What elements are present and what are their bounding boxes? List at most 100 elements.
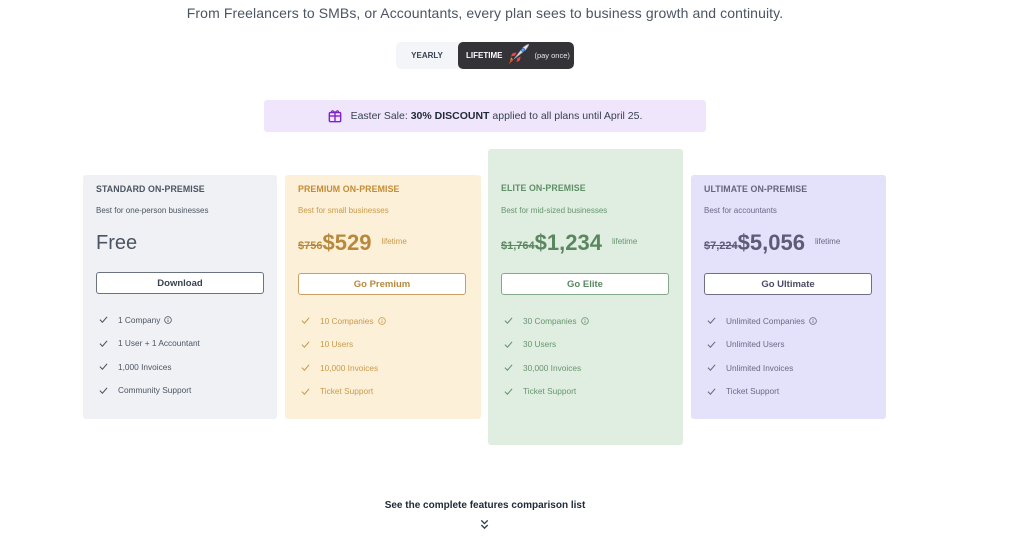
- plan-price-value: $5,056: [737, 230, 805, 255]
- info-icon[interactable]: [164, 315, 173, 324]
- feature-list: 30 Companies 30 Users 30,000 Invoices Ti…: [504, 309, 589, 403]
- list-item: Unlimited Invoices: [707, 356, 817, 380]
- check-icon: [504, 364, 513, 372]
- feature-label: 1 Company: [118, 314, 161, 325]
- gift-icon: [328, 110, 341, 123]
- check-icon: [99, 316, 108, 324]
- list-item: Community Support: [99, 379, 200, 403]
- plan-price-value: Free: [96, 232, 138, 254]
- feature-label: Community Support: [118, 385, 192, 396]
- plan-description: Best for small businesses: [298, 206, 389, 215]
- plan-price: $1,764 $1,234 lifetime: [501, 231, 637, 255]
- plan-card-elite: ELITE ON-PREMISE Best for mid-sized busi…: [488, 149, 683, 445]
- plan-price-value: $1,234: [534, 230, 602, 255]
- list-item: 30 Users: [504, 333, 589, 357]
- feature-list: 10 Companies 10 Users 10,000 Invoices Ti…: [301, 309, 386, 403]
- check-icon: [301, 364, 310, 372]
- feature-list: Unlimited Companies Unlimited Users Unli…: [707, 309, 817, 403]
- go-elite-button[interactable]: Go Elite: [501, 273, 669, 295]
- feature-label: Unlimited Companies: [726, 315, 805, 326]
- list-item: Unlimited Users: [707, 333, 817, 357]
- feature-label: 1,000 Invoices: [118, 361, 172, 372]
- banner-text-suffix: applied to all plans until April 25.: [489, 110, 643, 122]
- list-item: 30 Companies: [504, 309, 589, 333]
- list-item: 10,000 Invoices: [301, 356, 386, 380]
- plan-card-ultimate: ULTIMATE ON-PREMISE Best for accountants…: [691, 175, 886, 419]
- check-icon: [707, 388, 716, 395]
- check-icon: [99, 387, 108, 394]
- feature-label: 1 User + 1 Accountant: [118, 338, 200, 349]
- feature-label: Ticket Support: [523, 386, 577, 397]
- check-icon: [99, 340, 108, 347]
- sale-banner: Easter Sale: 30% DISCOUNT applied to all…: [264, 100, 706, 132]
- plan-price: Free: [96, 231, 137, 255]
- plan-price-value: $529: [322, 230, 372, 255]
- feature-label: 30 Users: [523, 339, 557, 350]
- toggle-yearly[interactable]: YEARLY: [396, 42, 458, 69]
- info-icon[interactable]: [809, 316, 817, 325]
- check-icon: [301, 341, 310, 348]
- plan-card-premium: PREMIUM ON-PREMISE Best for small busine…: [285, 175, 481, 419]
- toggle-pay-once-note: (pay once): [534, 51, 570, 60]
- feature-list: 1 Company 1 User + 1 Accountant 1,000 In…: [99, 308, 200, 402]
- plan-description: Best for one-person businesses: [96, 206, 209, 215]
- check-icon: [301, 388, 310, 395]
- check-icon: [504, 317, 513, 325]
- plan-price: $7,224 $5,056 lifetime: [704, 231, 840, 255]
- plan-price-suffix: lifetime: [814, 237, 841, 246]
- go-ultimate-button[interactable]: Go Ultimate: [704, 273, 872, 295]
- feature-label: Ticket Support: [726, 386, 780, 397]
- plan-old-price: $756: [298, 240, 323, 252]
- page-subtitle: From Freelancers to SMBs, or Accountants…: [186, 5, 784, 21]
- info-icon[interactable]: [377, 316, 386, 325]
- download-button[interactable]: Download: [96, 272, 264, 294]
- plan-price: $756 $529 lifetime: [298, 231, 407, 255]
- plan-old-price: $1,764: [501, 240, 535, 252]
- plan-price-suffix: lifetime: [611, 237, 638, 246]
- toggle-lifetime[interactable]: LIFETIME (pay once): [458, 42, 574, 69]
- rocket-icon: [508, 43, 530, 65]
- plan-name: ELITE ON-PREMISE: [501, 183, 586, 193]
- check-icon: [504, 341, 513, 348]
- feature-label: Ticket Support: [320, 386, 374, 397]
- plan-old-price: $7,224: [704, 240, 738, 252]
- feature-label: 10 Companies: [320, 315, 374, 326]
- list-item: 10 Companies: [301, 309, 386, 333]
- feature-label: 10 Users: [320, 339, 354, 350]
- plan-name: PREMIUM ON-PREMISE: [298, 184, 400, 194]
- check-icon: [99, 363, 108, 371]
- plan-description: Best for accountants: [704, 206, 777, 215]
- check-icon: [707, 341, 716, 348]
- info-icon[interactable]: [580, 316, 589, 325]
- toggle-lifetime-label: LIFETIME: [466, 51, 503, 60]
- check-icon: [707, 317, 716, 325]
- feature-label: 30,000 Invoices: [523, 362, 582, 373]
- list-item: Unlimited Companies: [707, 309, 817, 333]
- banner-text-prefix: Easter Sale:: [350, 110, 411, 122]
- list-item: 1,000 Invoices: [99, 355, 200, 379]
- check-icon: [504, 388, 513, 395]
- list-item: 1 Company: [99, 308, 200, 332]
- comparison-list-link[interactable]: See the complete features comparison lis…: [0, 500, 970, 511]
- check-icon: [301, 317, 310, 325]
- plan-card-standard: STANDARD ON-PREMISE Best for one-person …: [83, 175, 277, 419]
- plan-price-suffix: lifetime: [381, 237, 407, 246]
- feature-label: Unlimited Users: [726, 339, 785, 350]
- go-premium-button[interactable]: Go Premium: [298, 273, 466, 295]
- double-chevron-down-icon[interactable]: [479, 519, 490, 530]
- check-icon: [707, 364, 716, 372]
- list-item: Ticket Support: [301, 380, 386, 404]
- plan-name: STANDARD ON-PREMISE: [96, 184, 205, 194]
- feature-label: 10,000 Invoices: [320, 362, 379, 373]
- list-item: Ticket Support: [707, 380, 817, 404]
- list-item: 10 Users: [301, 333, 386, 357]
- banner-discount: 30% DISCOUNT: [410, 110, 490, 122]
- billing-period-toggle: YEARLY LIFETIME (pay once): [396, 42, 574, 69]
- plan-name: ULTIMATE ON-PREMISE: [704, 184, 808, 194]
- feature-label: 30 Companies: [523, 315, 577, 326]
- feature-label: Unlimited Invoices: [726, 362, 794, 373]
- list-item: 30,000 Invoices: [504, 356, 589, 380]
- plan-description: Best for mid-sized businesses: [501, 206, 608, 215]
- list-item: Ticket Support: [504, 380, 589, 404]
- list-item: 1 User + 1 Accountant: [99, 332, 200, 356]
